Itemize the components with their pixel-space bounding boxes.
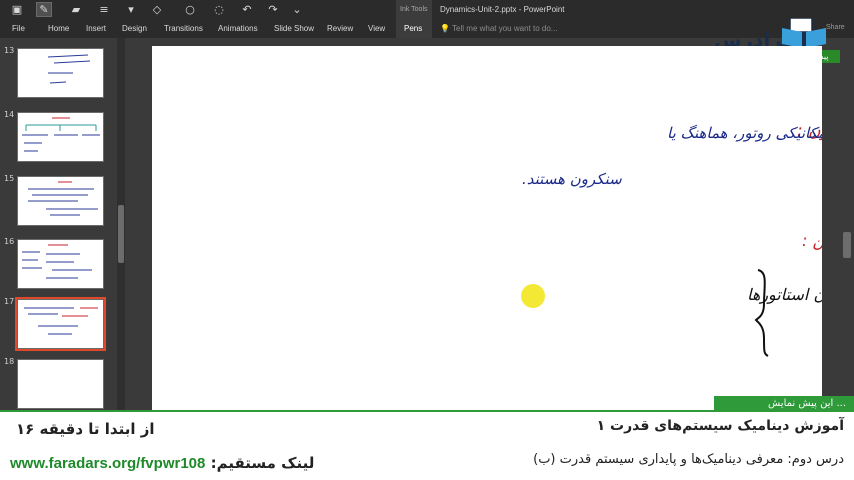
thumb-ink [22, 244, 92, 279]
book-logo-icon [782, 18, 826, 48]
tab-review[interactable]: Review [327, 24, 353, 33]
thumb-number: 18 [4, 357, 15, 366]
thumb-number: 13 [4, 46, 15, 55]
tab-design[interactable]: Design [122, 24, 147, 33]
slide-thumbnail-18[interactable] [17, 359, 104, 409]
tab-animations[interactable]: Animations [218, 24, 258, 33]
curly-brace [754, 269, 769, 357]
slide-subheading: سنکرون بودن در هنگام اتصال چند ماشین : [802, 231, 822, 250]
color-icon[interactable]: ▾ [124, 3, 138, 16]
slide-canvas[interactable]: ماشین سنکرون : فرکانس متغیرهای استاتور ب… [152, 46, 854, 410]
slide-definition-line2: سنکرون هستند. [522, 170, 622, 188]
slide-scrollbar[interactable] [840, 38, 854, 410]
direct-link: www.faradars.org/fvpwr108 لینک مستقیم: [10, 454, 314, 472]
shapes-icon[interactable]: ◌ [212, 3, 226, 16]
thumb-number: 17 [4, 297, 15, 306]
lesson-title: درس دوم: معرفی دینامیک‌ها و پایداری سیست… [533, 452, 844, 467]
tab-home[interactable]: Home [48, 24, 69, 33]
tab-view[interactable]: View [368, 24, 385, 33]
slide-thumbnail-13[interactable] [17, 48, 104, 98]
more-icon[interactable]: ⌄ [290, 3, 304, 16]
thumb-ink [47, 54, 91, 84]
thumb-ink [24, 307, 98, 335]
tab-file[interactable]: File [12, 24, 25, 33]
eraser-icon[interactable]: ◇ [150, 3, 164, 16]
thumb-ink [28, 181, 98, 216]
redo-icon[interactable]: ↷ [266, 3, 280, 16]
ink-tools-label: Ink Tools [400, 6, 428, 13]
line-weight-icon[interactable]: ≡ [97, 3, 111, 16]
laser-pointer [521, 284, 545, 308]
highlighter-icon[interactable]: ▰ [69, 3, 83, 16]
lasso-icon[interactable]: ○ [183, 3, 197, 16]
tell-me-search[interactable]: 💡 Tell me what you want to do... [440, 24, 557, 33]
direct-link-label: لینک مستقیم: [210, 454, 315, 472]
slide-scrollbar-thumb[interactable] [843, 232, 851, 258]
tab-pens[interactable]: Pens [404, 24, 422, 33]
tab-slide-show[interactable]: Slide Show [274, 24, 314, 33]
slide-thumbnail-15[interactable] [17, 176, 104, 226]
thumb-number: 14 [4, 110, 15, 119]
ink-annotations: ماشین سنکرون : فرکانس متغیرهای استاتور ب… [521, 121, 854, 357]
slide-thumbnail-14[interactable] [17, 112, 104, 162]
course-info-bar: آموزش دینامیک سیستم‌های قدرت ۱ درس دوم: … [0, 410, 854, 480]
direct-link-url[interactable]: www.faradars.org/fvpwr108 [10, 455, 205, 472]
course-title: آموزش دینامیک سیستم‌های قدرت ۱ [596, 418, 844, 434]
duration-text: از ابتدا تا دقیقه ۱۶ [16, 420, 155, 438]
pen-icon[interactable]: ✎ [36, 2, 52, 17]
slide-thumbnail-16[interactable] [17, 239, 104, 289]
thumb-number: 15 [4, 174, 15, 183]
tab-insert[interactable]: Insert [86, 24, 106, 33]
document-title: Dynamics-Unit-2.pptx - PowerPoint [440, 5, 565, 14]
save-icon[interactable]: ▣ [10, 3, 24, 16]
thumb-number: 16 [4, 237, 15, 246]
thumbnail-scrollbar-thumb[interactable] [118, 205, 124, 263]
tab-transitions[interactable]: Transitions [164, 24, 203, 33]
slide-thumbnail-pane: 13 14 15 16 17 18 [0, 38, 128, 410]
undo-icon[interactable]: ↶ [240, 3, 254, 16]
lightbulb-icon: 💡 [440, 24, 450, 33]
slide-bullet: - ولتاژ و جریان استاتورها [747, 285, 822, 304]
slide-definition-line1: فرکانس متغیرهای استاتور با سرعت مکانیکی … [667, 124, 822, 142]
tell-me-placeholder: Tell me what you want to do... [452, 24, 558, 33]
slide-thumbnail-17[interactable] [15, 297, 106, 351]
preview-notice: این پیش نمایش ... [714, 396, 854, 411]
thumb-ink [22, 117, 100, 152]
